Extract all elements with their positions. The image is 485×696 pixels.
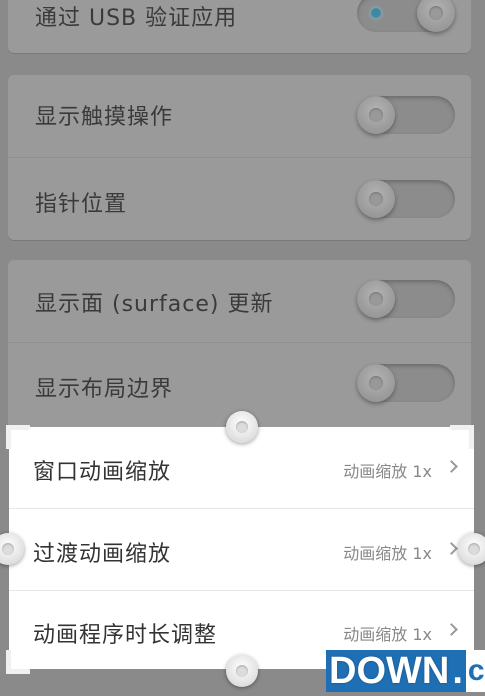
- setting-row-pointer-location[interactable]: 指针位置: [8, 158, 471, 240]
- toggle-knob: [357, 96, 395, 134]
- toggle-switch-verify-usb[interactable]: [357, 0, 455, 32]
- setting-label: 显示触摸操作: [35, 105, 174, 130]
- toggle-knob: [357, 180, 395, 218]
- crop-handle-bottom[interactable]: [226, 655, 258, 687]
- toggle-on-indicator-icon: [371, 8, 381, 18]
- toggle-knob: [357, 364, 395, 402]
- toggle-knob: [357, 280, 395, 318]
- chevron-right-icon: [445, 542, 458, 555]
- toggle-switch-surface-updates[interactable]: [357, 280, 455, 318]
- crop-corner-top-right[interactable]: [450, 425, 474, 449]
- setting-label: 显示面 (surface) 更新: [35, 292, 274, 317]
- setting-value: 动画缩放 1x: [343, 462, 432, 481]
- setting-label: 过渡动画缩放: [33, 542, 172, 567]
- settings-card-input: 显示触摸操作 指针位置: [8, 75, 471, 240]
- setting-value: 动画缩放 1x: [343, 625, 432, 644]
- toggle-switch-pointer-location[interactable]: [357, 180, 455, 218]
- watermark-text-down: DOWN: [326, 650, 453, 692]
- crop-handle-top[interactable]: [226, 411, 258, 443]
- setting-row-show-surface-updates[interactable]: 显示面 (surface) 更新: [8, 260, 471, 342]
- watermark-text-cc: cc: [465, 650, 485, 692]
- setting-row-show-touches[interactable]: 显示触摸操作: [8, 75, 471, 157]
- crop-corner-top-left[interactable]: [6, 425, 30, 449]
- setting-label: 指针位置: [35, 192, 128, 217]
- crop-selection-panel: 窗口动画缩放 动画缩放 1x 过渡动画缩放 动画缩放 1x 动画程序时长调整 动…: [9, 427, 474, 669]
- setting-row-transition-animation-scale[interactable]: 过渡动画缩放 动画缩放 1x: [9, 509, 474, 591]
- toggle-switch-layout-bounds[interactable]: [357, 364, 455, 402]
- downcc-watermark-logo: DOWN . cc: [326, 650, 485, 692]
- settings-card-usb: 通过 USB 验证应用: [8, 0, 471, 53]
- crop-corner-bottom-left[interactable]: [6, 650, 30, 674]
- setting-label: 动画程序时长调整: [33, 623, 218, 648]
- setting-label: 通过 USB 验证应用: [35, 6, 238, 31]
- setting-label: 显示布局边界: [35, 377, 174, 402]
- setting-label: 窗口动画缩放: [33, 460, 172, 485]
- chevron-right-icon: [445, 623, 458, 636]
- crop-handle-right[interactable]: [458, 533, 485, 565]
- toggle-switch-show-touches[interactable]: [357, 96, 455, 134]
- setting-row-verify-usb-apps[interactable]: 通过 USB 验证应用: [8, 0, 471, 53]
- chevron-right-icon: [445, 460, 458, 473]
- watermark-text-dot: .: [452, 650, 466, 692]
- setting-value: 动画缩放 1x: [343, 544, 432, 563]
- toggle-knob: [417, 0, 455, 32]
